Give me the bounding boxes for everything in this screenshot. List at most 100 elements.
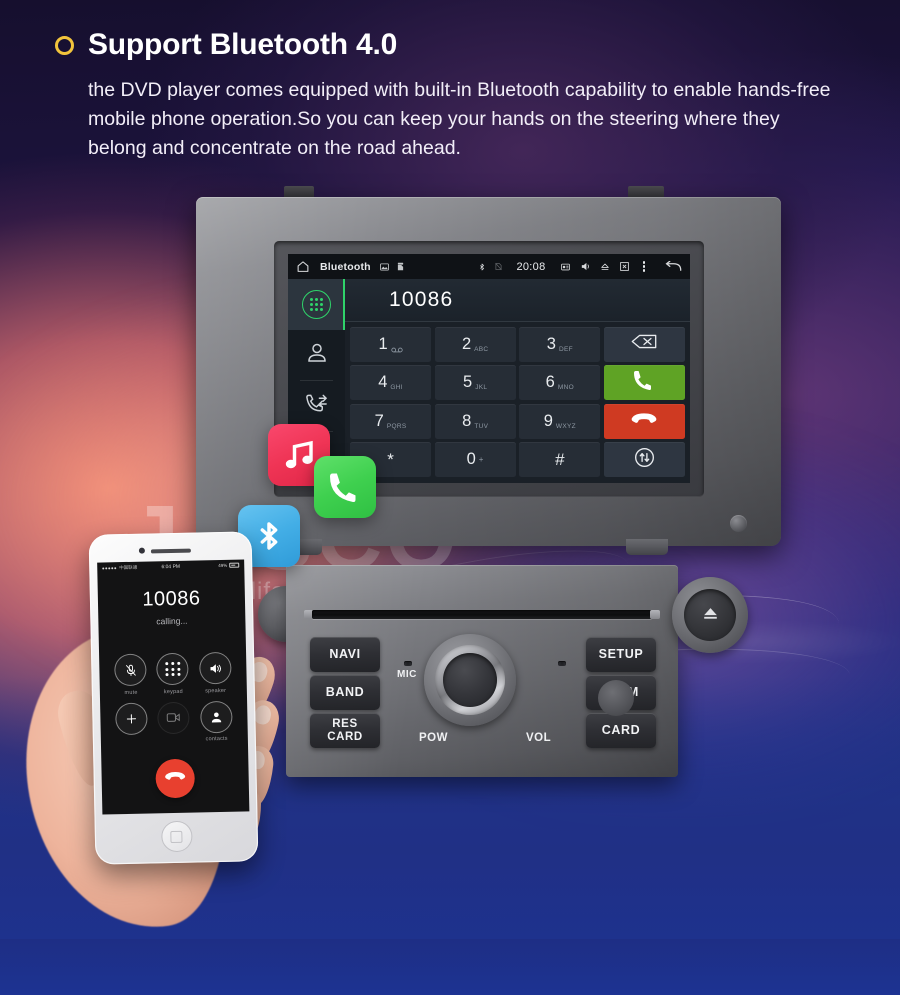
key-digit: 2	[461, 334, 472, 353]
button-label-2: CARD	[327, 730, 363, 743]
control-label: speaker	[205, 687, 227, 694]
volume-power-knob[interactable]	[424, 634, 516, 726]
key-digit: 4	[378, 373, 388, 392]
key-plus: +	[478, 455, 484, 464]
contact-icon	[199, 700, 233, 733]
description-text: the DVD player comes equipped with built…	[88, 79, 831, 159]
radio-icon[interactable]	[559, 262, 572, 272]
key-6[interactable]: 6 MNO	[519, 365, 601, 401]
backspace-icon	[631, 334, 657, 354]
eject-icon[interactable]	[599, 262, 611, 272]
control-label: keypad	[163, 688, 183, 695]
key-2[interactable]: 2 ABC	[434, 327, 516, 362]
mute-mic-icon	[114, 653, 147, 687]
back-arrow-icon[interactable]	[664, 260, 682, 273]
key-5[interactable]: 5 JKL	[434, 365, 516, 401]
key-8[interactable]: 8 TUV	[434, 403, 516, 439]
close-box-icon[interactable]	[619, 261, 630, 272]
sensor-hole	[558, 661, 566, 666]
mic-hole	[404, 661, 412, 666]
home-button-icon[interactable]	[160, 820, 193, 853]
dialpad-icon	[156, 652, 190, 686]
call-state-label: calling...	[156, 615, 188, 627]
sidebar-item-dialpad[interactable]	[288, 279, 345, 330]
button-label: NAVI	[329, 646, 361, 661]
contacts-control[interactable]: contacts	[199, 700, 233, 742]
sim-off-icon	[494, 261, 503, 272]
mic-label: MIC	[397, 669, 417, 680]
eject-button-face	[684, 589, 736, 641]
keypad-grid: 1 2 ABC 3 DEF 4 GHI 5 JKL 6 MNO 7 PQRS 8…	[345, 322, 690, 483]
key-0[interactable]: 0 +	[434, 442, 516, 477]
setup-button[interactable]: SETUP	[586, 637, 656, 672]
battery-indicator: 49%	[218, 562, 240, 568]
bluetooth-icon	[478, 261, 486, 273]
band-button[interactable]: BAND	[310, 675, 380, 710]
add-call-control[interactable]	[115, 702, 148, 744]
backspace-button[interactable]	[603, 327, 685, 362]
earpiece-speaker	[150, 548, 191, 553]
call-button[interactable]	[603, 365, 685, 401]
speaker-control[interactable]: speaker	[198, 651, 232, 694]
knob-face	[443, 653, 497, 707]
navi-button[interactable]: NAVI	[310, 637, 380, 672]
slot-cap-right	[650, 610, 660, 619]
mute-control[interactable]: mute	[114, 653, 147, 696]
hangup-icon	[631, 411, 657, 432]
key-letters: ABC	[474, 345, 489, 353]
res-card-button[interactable]: RES CARD	[310, 713, 380, 748]
ring-bullet-icon	[55, 35, 74, 55]
eject-button[interactable]	[672, 577, 748, 653]
carrier-label: 中国联通	[119, 564, 138, 570]
status-time: 20:08	[516, 260, 546, 273]
dialpad-icon	[302, 290, 331, 319]
key-digit: 3	[546, 334, 556, 353]
number-display-bar[interactable]: 10086	[345, 279, 690, 322]
card-button[interactable]: CARD	[586, 713, 656, 748]
iphone-screen: 中国联通 6:04 PM 49% 10086 calling... mute k…	[97, 559, 250, 815]
header-section: Support Bluetooth 4.0 the DVD player com…	[0, 0, 900, 163]
sidebar-item-contacts[interactable]	[288, 330, 345, 381]
facetime-control[interactable]	[157, 701, 191, 743]
home-icon[interactable]	[296, 260, 310, 273]
key-4[interactable]: 4 GHI	[350, 365, 432, 401]
key-hash[interactable]: #	[519, 442, 601, 477]
overflow-menu-icon[interactable]	[638, 261, 651, 272]
key-digit: *	[387, 449, 394, 469]
battery-icon	[229, 562, 240, 568]
key-1[interactable]: 1	[350, 327, 432, 362]
button-label: CARD	[601, 722, 641, 737]
iphone-time: 6:04 PM	[161, 563, 181, 570]
key-digit: 5	[463, 373, 473, 392]
dial-area: 10086 1 2 ABC 3 DEF 4 GHI 5 JKL 6 MNO 7 …	[345, 279, 690, 483]
head-unit-shell: Bluetooth 20:08 10086 1 2 ABC 3 DEF 4 GH…	[196, 197, 781, 555]
add-call-icon	[115, 702, 148, 735]
dialer-screen: 10086 1 2 ABC 3 DEF 4 GHI 5 JKL 6 MNO 7 …	[288, 279, 690, 483]
hangup-button[interactable]	[603, 403, 685, 439]
dvd-head-unit: Bluetooth 20:08 10086 1 2 ABC 3 DEF 4 GH…	[196, 186, 781, 555]
button-label: BAND	[325, 684, 365, 699]
storage-icon	[396, 261, 405, 272]
iphone-dialed-number: 10086	[142, 587, 201, 611]
panel-release-knob[interactable]	[598, 680, 634, 716]
key-letters: WXYZ	[555, 422, 576, 430]
hangup-icon	[164, 769, 186, 787]
keypad-control[interactable]: keypad	[156, 652, 190, 695]
status-app-label: Bluetooth	[320, 260, 371, 273]
key-letters: GHI	[390, 384, 403, 392]
key-digit: 7	[374, 411, 384, 430]
call-icon	[632, 368, 656, 397]
phone-app-icon[interactable]	[314, 456, 376, 518]
audio-transfer-button[interactable]	[603, 442, 685, 477]
key-7[interactable]: 7 PQRS	[350, 403, 432, 439]
voicemail-icon	[391, 347, 403, 353]
iphone-call-controls: mute keypad speaker contacts	[99, 651, 248, 744]
end-call-button[interactable]	[155, 758, 196, 799]
button-label: RES	[332, 718, 358, 731]
key-3[interactable]: 3 DEF	[519, 327, 601, 362]
volume-icon[interactable]	[580, 261, 591, 272]
pow-label: POW	[419, 732, 448, 744]
speaker-icon	[198, 651, 232, 685]
key-9[interactable]: 9 WXYZ	[519, 403, 601, 439]
front-camera	[138, 547, 145, 554]
